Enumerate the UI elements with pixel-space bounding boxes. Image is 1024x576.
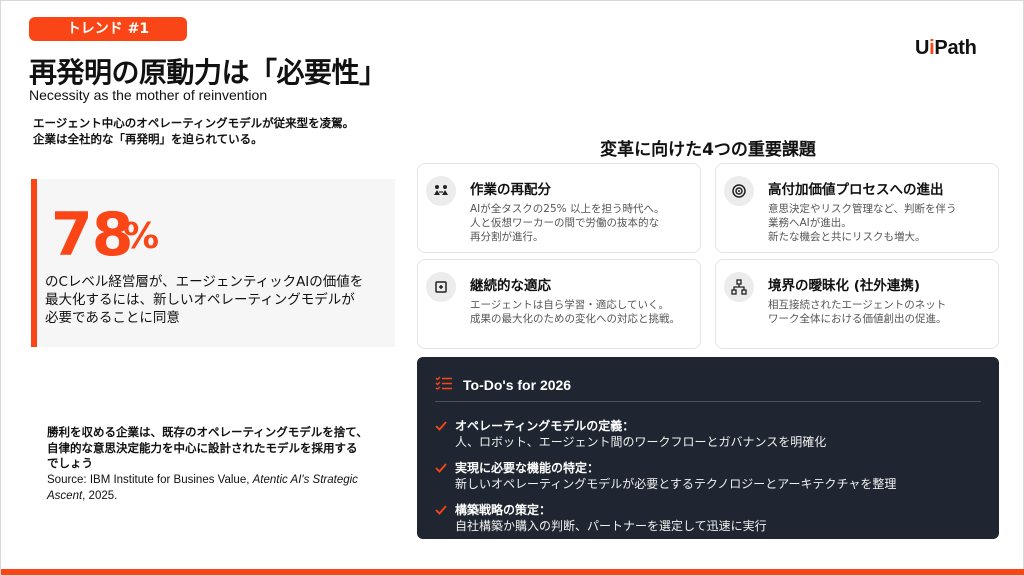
todo-header: To-Do's for 2026 — [435, 375, 571, 394]
card-desc-line: エージェントは自ら学習・適応していく。 — [470, 299, 669, 311]
card-desc-line: ワーク全体における価値創出の促進。 — [768, 313, 947, 325]
todo-panel: To-Do's for 2026 オペレーティングモデルの定義： 人、ロボット、… — [417, 357, 999, 539]
page-title: 再発明の原動力は「必要性」 — [29, 56, 387, 89]
card-description: エージェントは自ら学習・適応していく。 成果の最大化のための変化への対応と挑戦。 — [470, 298, 680, 326]
card-description: 相互接続されたエージェントのネット ワーク全体における価値創出の促進。 — [768, 298, 947, 326]
stat-description: のCレベル経営層が、エージェンティックAIの価値を 最大化するには、新しいオペレ… — [45, 273, 363, 327]
stat-callout: 78 % のCレベル経営層が、エージェンティックAIの価値を 最大化するには、新… — [31, 179, 395, 347]
stat-line: 必要であることに同意 — [45, 310, 180, 326]
check-icon — [435, 459, 447, 478]
target-icon — [724, 176, 754, 206]
card-desc-line: 人と仮想ワーカーの間で労働の抜本的な — [470, 217, 659, 229]
card-description: 意思決定やリスク管理など、判断を伴う 業務へAIが進出。 新たな機会と共にリスク… — [768, 202, 956, 244]
stat-line: 最大化するには、新しいオペレーティングモデルが — [45, 292, 355, 308]
quote-line: 勝利を収める企業は、既存のオペレーティングモデルを捨て、 — [47, 425, 368, 439]
intro-line: 企業は全社的な「再発明」を迫られている。 — [33, 132, 263, 146]
source-citation: Source: IBM Institute for Busines Value,… — [47, 473, 407, 504]
people-exchange-icon — [426, 176, 456, 206]
uipath-logo: UiPath — [915, 37, 977, 60]
card-desc-line: 再分割が進行。 — [470, 231, 544, 243]
stat-unit: % — [123, 216, 160, 257]
todo-item-body: 人、ロボット、エージェント間のワークフローとガバナンスを明確化 — [455, 435, 827, 449]
source-title: Atentic AI's Strategic — [252, 474, 358, 486]
trend-badge: トレンド #1 — [29, 17, 187, 41]
card-desc-line: 成果の最大化のための変化への対応と挑戦。 — [470, 313, 680, 325]
card-title: 境界の曖昧化 (社外連携) — [768, 278, 921, 294]
source-title-cont: Ascent — [47, 489, 83, 502]
todo-item-heading: 実現に必要な機能の特定： — [455, 461, 600, 475]
source-prefix: Source: IBM Institute for Busines Value, — [47, 474, 253, 486]
check-icon — [435, 417, 447, 436]
quote-text: 勝利を収める企業は、既存のオペレーティングモデルを捨て、 自律的な意思決定能力を… — [47, 425, 407, 472]
quote-line: でしょう — [47, 456, 93, 470]
todo-item-body: 自社構築か購入の判断、パートナーを選定して迅速に実行 — [455, 519, 767, 533]
adapt-cycle-icon — [426, 272, 456, 302]
todo-item-heading: オペレーティングモデルの定義： — [455, 419, 635, 433]
challenge-card: 継続的な適応 エージェントは自ら学習・適応していく。 成果の最大化のための変化へ… — [417, 259, 701, 349]
card-desc-line: 相互接続されたエージェントのネット — [768, 299, 947, 311]
source-suffix: , 2025. — [82, 489, 118, 502]
card-desc-line: 新たな機会と共にリスクも増大。 — [768, 231, 926, 243]
card-desc-line: 意思決定やリスク管理など、判断を伴う — [768, 203, 957, 215]
logo-suffix: Path — [934, 37, 977, 59]
intro-text: エージェント中心のオペレーティングモデルが従来型を凌駕。 企業は全社的な「再発明… — [33, 115, 403, 147]
challenge-card: 作業の再配分 AIが全タスクの25% 以上を担う時代へ。 人と仮想ワーカーの間で… — [417, 163, 701, 253]
logo-prefix: U — [915, 37, 930, 59]
card-title: 継続的な適応 — [470, 278, 551, 294]
check-icon — [435, 501, 447, 520]
todo-title: To-Do's for 2026 — [463, 376, 572, 393]
card-title: 高付加価値プロセスへの進出 — [768, 182, 944, 198]
page-subtitle: Necessity as the mother of reinvention — [29, 87, 268, 103]
intro-line: エージェント中心のオペレーティングモデルが従来型を凌駕。 — [33, 116, 355, 130]
stat-line: のCレベル経営層が、エージェンティックAIの価値を — [45, 274, 364, 290]
quote-line: 自律的な意思決定能力を中心に設計されたモデルを採用する — [47, 440, 358, 455]
card-desc-line: AIが全タスクの25% 以上を担う時代へ。 — [470, 203, 665, 215]
checklist-icon — [435, 375, 453, 394]
todo-item-body: 新しいオペレーティングモデルが必要とするテクノロジーとアーキテクチャを整理 — [455, 477, 897, 491]
card-desc-line: 業務へAIが進出。 — [768, 217, 852, 229]
card-title: 作業の再配分 — [470, 182, 551, 198]
todo-divider — [435, 401, 981, 402]
challenge-card: 境界の曖昧化 (社外連携) 相互接続されたエージェントのネット ワーク全体におけ… — [715, 259, 999, 349]
challenge-card: 高付加価値プロセスへの進出 意思決定やリスク管理など、判断を伴う 業務へAIが進… — [715, 163, 999, 253]
card-description: AIが全タスクの25% 以上を担う時代へ。 人と仮想ワーカーの間で労働の抜本的な… — [470, 202, 664, 244]
stat-value: 78 — [51, 200, 133, 270]
todo-item-heading: 構築戦略の策定： — [455, 503, 552, 517]
bottom-accent-bar — [1, 569, 1024, 575]
slide: トレンド #1 再発明の原動力は「必要性」 Necessity as the m… — [0, 0, 1024, 576]
section-title: 変革に向けた4つの重要課題 — [600, 140, 816, 160]
network-icon — [724, 272, 754, 302]
